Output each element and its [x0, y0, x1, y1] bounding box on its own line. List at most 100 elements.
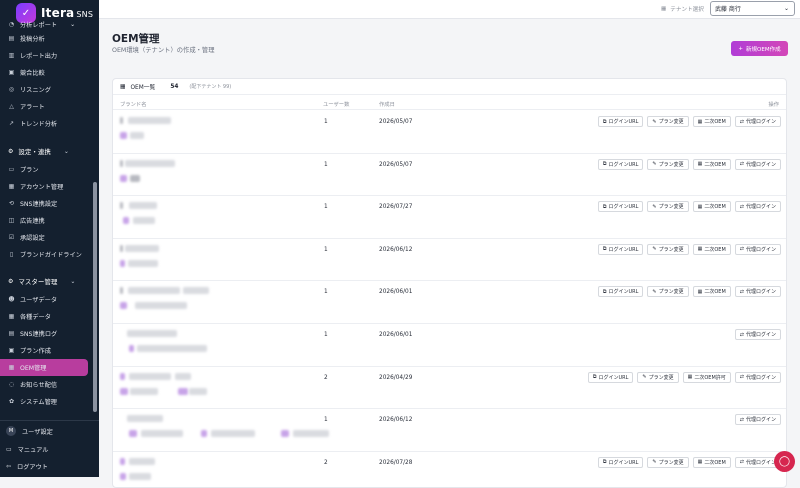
sidebar-item[interactable]: ☻ ユーザデータ — [0, 291, 92, 308]
secondary-oem-button-label: 二次OEM — [704, 161, 726, 168]
report-icon: ▥ — [8, 52, 15, 59]
tenant-count: (配下テナント 99) — [189, 84, 232, 90]
sidebar-item[interactable]: ▦ OEM管理 — [0, 359, 88, 376]
sidebar-item[interactable]: ◫ 広告連携 — [0, 212, 92, 229]
manual-link[interactable]: ▭ マニュアル — [0, 441, 99, 458]
sidebar-group[interactable]: ⚙ 設定・連携 ⌄ — [0, 141, 92, 161]
plan-change-button-label: プラン変更 — [658, 246, 684, 253]
sidebar-item[interactable]: ◎ リスニング — [0, 81, 92, 98]
proxy-login-button[interactable]: ⇄ 代理ログイン — [734, 286, 781, 298]
sidebar-item[interactable]: ▤ SNS連携ログ — [0, 325, 92, 342]
secondary-oem-allow-button-label: 二次OEM許可 — [694, 374, 726, 381]
sidebar-nav: ◔ 分析レポート ⌄ ▤ 投稿分析 ▥ レポート出力 ▣ 競合比較 ◎ リスニング △ アラート ↗ トレン… — [0, 18, 92, 410]
brand-name-redacted — [120, 472, 126, 480]
sidebar-item[interactable]: ▯ ブランドガイドライン — [0, 246, 92, 263]
sidebar-group-label: 設定・連携 — [18, 148, 51, 156]
brand-name-redacted — [178, 387, 188, 395]
sidebar-item[interactable]: ▣ プラン作成 — [0, 342, 92, 359]
brand-name-redacted — [129, 430, 137, 438]
plan-change-button[interactable]: ✎ プラン変更 — [637, 371, 679, 383]
gear-icon: ✿ — [8, 398, 15, 405]
login-url-button[interactable]: ⧉ ログインURL — [597, 286, 644, 298]
sidebar-scrollbar[interactable] — [93, 182, 97, 412]
swap-icon: ⇄ — [739, 203, 744, 210]
brand-name-redacted — [211, 430, 255, 438]
proxy-login-button[interactable]: ⇄ 代理ログイン — [734, 329, 781, 340]
secondary-oem-button[interactable]: ▦ 二次OEM — [692, 158, 731, 170]
building-icon: ▦ — [697, 246, 703, 253]
login-url-button[interactable]: ⧉ ログインURL — [597, 243, 644, 255]
plan-change-button[interactable]: ✎ プラン変更 — [647, 286, 689, 298]
sidebar-item[interactable]: ☑ 承認設定 — [0, 229, 92, 246]
sidebar-item[interactable]: ▥ レポート出力 — [0, 47, 92, 64]
secondary-oem-button[interactable]: ▦ 二次OEM — [692, 201, 731, 213]
login-url-button[interactable]: ⧉ ログインURL — [587, 371, 634, 383]
sidebar-item[interactable]: ▤ 投稿分析 — [0, 30, 92, 47]
plan-change-button[interactable]: ✎ プラン変更 — [647, 456, 689, 468]
proxy-login-button[interactable]: ⇄ 代理ログイン — [734, 414, 781, 426]
brand-name-redacted — [127, 330, 177, 337]
sidebar-item[interactable]: ▦ 各種データ — [0, 308, 92, 325]
logout-link[interactable]: ⇦ ログアウト — [0, 458, 99, 475]
plan-change-button[interactable]: ✎ プラン変更 — [647, 243, 689, 255]
copy-icon: ⧉ — [592, 374, 597, 381]
new-oem-button[interactable]: + 新規OEM作成 — [731, 41, 788, 56]
proxy-login-button-label: 代理ログイン — [745, 289, 776, 296]
log-icon: ▤ — [8, 330, 15, 337]
plan-change-button[interactable]: ✎ プラン変更 — [647, 158, 689, 170]
sidebar-item[interactable]: ✿ システム管理 — [0, 393, 92, 410]
pencil-icon: ✎ — [652, 288, 657, 295]
users-icon: ☻ — [8, 296, 15, 303]
login-url-button[interactable]: ⧉ ログインURL — [597, 201, 644, 213]
sidebar-item[interactable]: ▭ プラン — [0, 161, 92, 178]
sidebar-item[interactable]: △ アラート — [0, 98, 92, 115]
secondary-oem-allow-button[interactable]: ▦ 二次OEM許可 — [682, 371, 731, 383]
brand-name-redacted — [120, 302, 127, 310]
swap-icon: ⇄ — [739, 118, 744, 125]
secondary-oem-button-label: 二次OEM — [704, 459, 726, 466]
plan-change-button[interactable]: ✎ プラン変更 — [647, 116, 689, 127]
proxy-login-button-label: 代理ログイン — [745, 119, 776, 125]
user-count: 1 — [324, 417, 328, 424]
brand-name-redacted — [128, 117, 171, 124]
chat-button[interactable]: ◯ — [774, 451, 795, 472]
sidebar-item[interactable]: ◌ お知らせ配信 — [0, 376, 92, 393]
sidebar-item[interactable]: ◔ 分析レポート ⌄ — [0, 18, 92, 30]
login-url-button[interactable]: ⧉ ログインURL — [597, 158, 644, 170]
secondary-oem-button[interactable]: ▦ 二次OEM — [692, 286, 731, 298]
sidebar-item[interactable]: ▦ アカウント管理 — [0, 178, 92, 195]
brand-name-redacted — [127, 415, 163, 423]
proxy-login-button[interactable]: ⇄ 代理ログイン — [734, 158, 781, 170]
row-actions: ⇄ 代理ログイン — [734, 329, 781, 340]
post-icon: ▤ — [8, 35, 15, 42]
plan-change-button[interactable]: ✎ プラン変更 — [647, 201, 689, 213]
login-url-button[interactable]: ⧉ ログインURL — [597, 116, 644, 127]
user-settings-link[interactable]: M ユーザ設定 — [0, 421, 99, 441]
sidebar-group[interactable]: ⚙ マスター管理 ⌄ — [0, 271, 92, 291]
proxy-login-button[interactable]: ⇄ 代理ログイン — [734, 371, 781, 383]
secondary-oem-button[interactable]: ▦ 二次OEM — [692, 456, 731, 468]
sidebar-item-label: リスニング — [20, 87, 51, 94]
secondary-oem-button[interactable]: ▦ 二次OEM — [692, 243, 731, 255]
sidebar-item-label: システム管理 — [20, 399, 57, 406]
tenant-select[interactable]: 武藤 商行 ⌄ — [710, 1, 795, 16]
proxy-login-button[interactable]: ⇄ 代理ログイン — [734, 201, 781, 213]
sidebar-item[interactable]: ▣ 競合比較 — [0, 64, 92, 81]
swap-icon: ⇄ — [739, 246, 744, 253]
swap-icon: ⇄ — [739, 161, 744, 168]
building-icon: ▦ — [120, 83, 126, 90]
sidebar-item[interactable]: ↗ トレンド分析 — [0, 115, 92, 132]
pencil-icon: ✎ — [652, 161, 657, 168]
plan-change-button-label: プラン変更 — [658, 119, 684, 125]
user-count: 1 — [324, 204, 328, 211]
avatar: M — [6, 426, 16, 436]
proxy-login-button[interactable]: ⇄ 代理ログイン — [734, 116, 781, 127]
brand-name-redacted — [120, 372, 125, 380]
secondary-oem-button[interactable]: ▦ 二次OEM — [692, 116, 731, 127]
building-icon: ▦ — [661, 6, 667, 12]
sidebar-item[interactable]: ⟲ SNS連携設定 — [0, 195, 92, 212]
login-url-button[interactable]: ⧉ ログインURL — [597, 456, 644, 468]
proxy-login-button[interactable]: ⇄ 代理ログイン — [734, 243, 781, 255]
brand-name-redacted — [189, 387, 207, 395]
sidebar-item-label: 承認設定 — [20, 235, 45, 242]
